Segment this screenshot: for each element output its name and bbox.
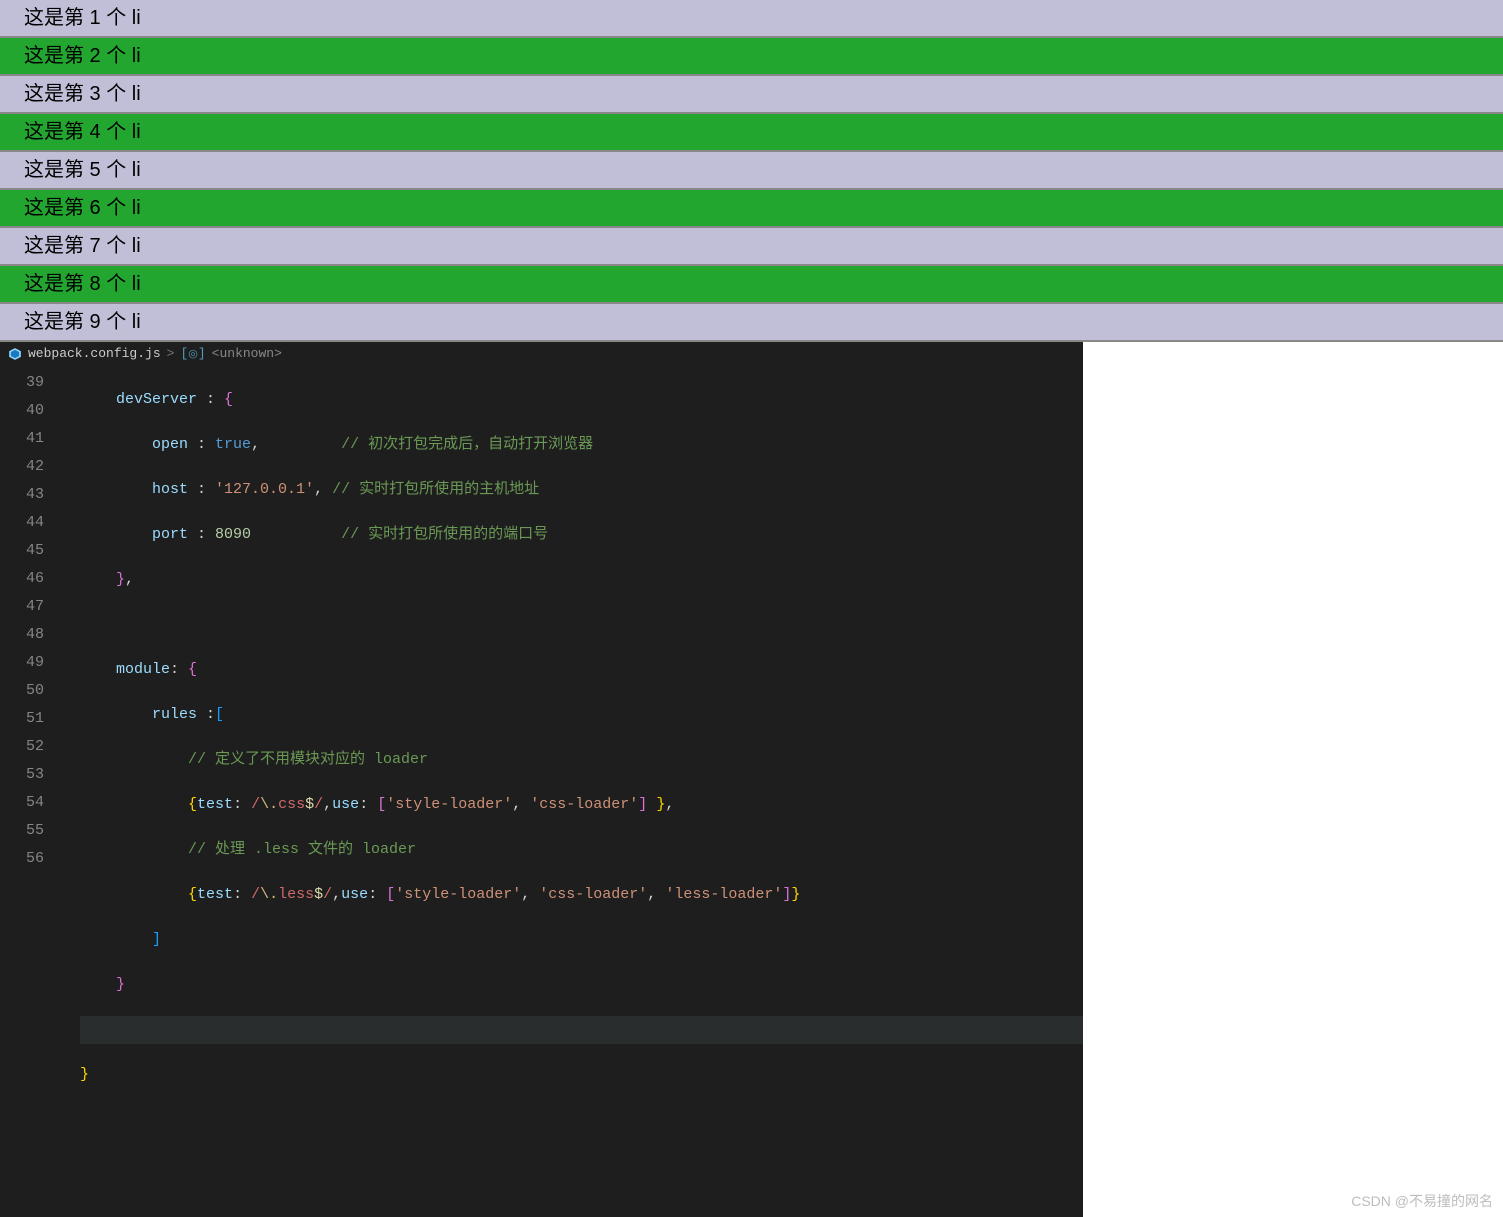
line-number[interactable]: 46 bbox=[0, 565, 44, 593]
line-number[interactable]: 50 bbox=[0, 677, 44, 705]
breadcrumb-file[interactable]: webpack.config.js bbox=[28, 346, 161, 361]
demo-list: 这是第 1 个 li 这是第 2 个 li 这是第 3 个 li 这是第 4 个… bbox=[0, 0, 1503, 342]
line-number[interactable]: 54 bbox=[0, 789, 44, 817]
csdn-watermark: CSDN @不易撞的网名 bbox=[1351, 1191, 1493, 1211]
symbol-bracket-icon: [◎] bbox=[180, 346, 205, 361]
code-content[interactable]: devServer : { open : true, // 初次打包完成后，自动… bbox=[80, 365, 1083, 1217]
line-number[interactable]: 39 bbox=[0, 369, 44, 397]
code-editor[interactable]: webpack.config.js > [◎] <unknown> 39 40 … bbox=[0, 342, 1083, 1217]
line-number[interactable]: 56 bbox=[0, 845, 44, 873]
line-number[interactable]: 51 bbox=[0, 705, 44, 733]
line-number[interactable]: 42 bbox=[0, 453, 44, 481]
line-number[interactable]: 48 bbox=[0, 621, 44, 649]
line-number[interactable]: 40 bbox=[0, 397, 44, 425]
list-item: 这是第 6 个 li bbox=[0, 190, 1503, 228]
line-number[interactable]: 55 bbox=[0, 817, 44, 845]
line-number[interactable]: 43 bbox=[0, 481, 44, 509]
line-number[interactable]: 49 bbox=[0, 649, 44, 677]
line-number[interactable]: 53 bbox=[0, 761, 44, 789]
line-number[interactable]: 44 bbox=[0, 509, 44, 537]
list-item: 这是第 1 个 li bbox=[0, 0, 1503, 38]
line-number[interactable]: 52 bbox=[0, 733, 44, 761]
list-item: 这是第 4 个 li bbox=[0, 114, 1503, 152]
list-item: 这是第 2 个 li bbox=[0, 38, 1503, 76]
line-number[interactable]: 47 bbox=[0, 593, 44, 621]
fold-column[interactable] bbox=[62, 365, 80, 1217]
line-number[interactable]: 41 bbox=[0, 425, 44, 453]
breadcrumb-separator: > bbox=[167, 346, 175, 361]
line-number-gutter[interactable]: 39 40 41 42 43 44 45 46 47 48 49 50 51 5… bbox=[0, 365, 62, 1217]
list-item: 这是第 8 个 li bbox=[0, 266, 1503, 304]
line-number[interactable]: 45 bbox=[0, 537, 44, 565]
list-item: 这是第 9 个 li bbox=[0, 304, 1503, 342]
breadcrumb[interactable]: webpack.config.js > [◎] <unknown> bbox=[0, 342, 1083, 365]
list-item: 这是第 5 个 li bbox=[0, 152, 1503, 190]
list-item: 这是第 7 个 li bbox=[0, 228, 1503, 266]
breadcrumb-symbol[interactable]: <unknown> bbox=[212, 346, 282, 361]
list-item: 这是第 3 个 li bbox=[0, 76, 1503, 114]
webpack-file-icon bbox=[8, 347, 22, 361]
